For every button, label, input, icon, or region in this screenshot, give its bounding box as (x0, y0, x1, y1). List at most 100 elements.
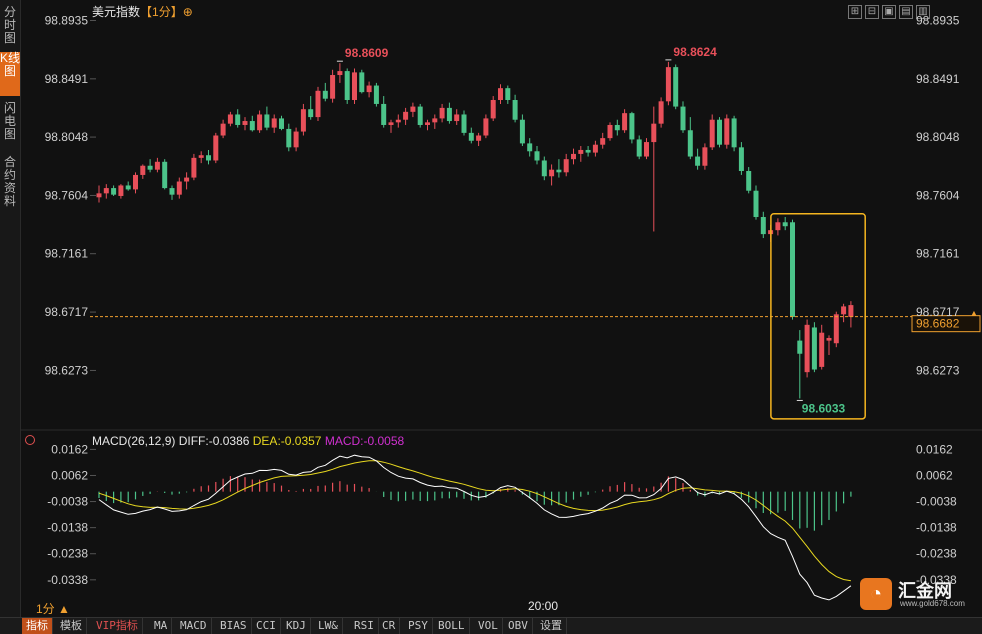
indicator-tab[interactable]: RSI (350, 618, 379, 634)
candle-body (695, 156, 701, 166)
price-tick-left: 98.7161 (45, 247, 89, 261)
indicator-tab[interactable]: CCI (252, 618, 281, 634)
indicator-tab[interactable]: CR (378, 618, 401, 634)
candle-body (359, 72, 365, 93)
price-tick-right: 98.8935 (916, 13, 960, 27)
candle-body (571, 153, 576, 160)
candle-body (206, 155, 211, 161)
candle-body (403, 111, 409, 120)
indicator-marker-icon[interactable] (25, 435, 35, 445)
candle-body (125, 185, 131, 190)
candle-body (592, 144, 598, 153)
candle-body (425, 122, 430, 125)
macd-tick-left: -0.0038 (47, 495, 88, 509)
candle-body (461, 114, 467, 133)
price-tick-left: 98.6273 (45, 363, 89, 377)
candle-body (614, 124, 620, 131)
bottom-period-selector[interactable]: 1分 ▲ (36, 600, 70, 617)
candle-body (607, 124, 613, 139)
candle-body (308, 109, 314, 118)
candles-layer: 98.6682▲98.8609 98.862498.6033 (90, 45, 981, 420)
macd-tick-left: -0.0138 (47, 521, 88, 535)
candle-body (578, 149, 584, 154)
candle-body (133, 174, 138, 190)
macd-tick-right: -0.0238 (916, 547, 957, 561)
candle-body (687, 130, 693, 157)
candle-body (746, 170, 752, 191)
candle-body (198, 155, 204, 158)
indicator-tab[interactable]: 设置 (536, 618, 567, 634)
candle-body (249, 121, 255, 131)
price-tick-left: 98.8491 (45, 72, 89, 86)
candle-body (629, 113, 635, 140)
macd-tick-left: -0.0338 (47, 573, 88, 587)
indicator-tab[interactable]: BIAS (216, 618, 252, 634)
candle-body (213, 135, 219, 161)
candle-body (446, 107, 452, 122)
kline-chart[interactable]: 98.6682▲98.8609 98.862498.6033 98.8935 98.… (0, 0, 982, 617)
gold678-logo: ◔ 汇金网 www.gold678.com (860, 576, 972, 612)
candle-body (556, 169, 562, 173)
candle-body (395, 119, 401, 123)
candle-body (585, 149, 591, 153)
indicator-tab[interactable]: PSY (404, 618, 433, 634)
candle-body (527, 143, 533, 152)
current-price-arrow-icon: ▲ (970, 309, 978, 318)
price-tick-right: 98.8048 (916, 130, 960, 144)
candle-body (264, 114, 270, 128)
macd-tick-right: 0.0162 (916, 442, 953, 456)
candle-body (300, 109, 306, 132)
candle-body (147, 165, 153, 170)
annotation-low: 98.6033 (802, 401, 846, 415)
macd-tick-right: -0.0138 (916, 521, 957, 535)
candle-body (738, 147, 744, 171)
indicator-tab[interactable]: 指标 (22, 618, 53, 634)
candle-body (468, 132, 474, 141)
candle-body (176, 181, 182, 195)
price-tick-right: 98.7604 (916, 188, 960, 202)
macd-tick-left: 0.0162 (51, 442, 88, 456)
candle-body (352, 72, 357, 101)
candle-body (651, 123, 657, 143)
indicator-tab[interactable]: OBV (504, 618, 533, 634)
candle-body (563, 159, 569, 173)
candle-body (512, 100, 518, 120)
candle-body (169, 188, 175, 195)
indicator-tab[interactable]: MACD (176, 618, 212, 634)
candle-body (111, 188, 117, 195)
candle-body (184, 177, 190, 182)
diff-line (98, 454, 852, 601)
candle-body (841, 306, 847, 315)
candle-body (600, 138, 606, 145)
indicator-tab[interactable]: LW& (314, 618, 343, 634)
candle-body (483, 118, 489, 136)
candle-body (286, 128, 292, 148)
indicator-tab-bar: 指标 模板 VIP指标 MA MACD BIAS CCI KDJ LW& RSI CR PSY BOLL… (0, 617, 982, 634)
candle-body (330, 75, 336, 99)
indicator-tab[interactable]: BOLL (434, 618, 470, 634)
candle-body (373, 85, 379, 104)
candle-body (673, 67, 679, 107)
candle-body (797, 340, 803, 354)
candle-body (191, 157, 197, 178)
candle-body (271, 118, 277, 128)
candle-body (366, 85, 372, 93)
macd-tick-left: -0.0238 (47, 547, 88, 561)
candle-body (702, 147, 708, 166)
price-tick-right: 98.8491 (916, 72, 960, 86)
indicator-tab[interactable]: VOL (474, 618, 503, 634)
annotation-high-2: 98.8624 (673, 45, 717, 59)
indicator-tab[interactable]: 模板 (56, 618, 87, 634)
candle-body (724, 118, 730, 145)
macd-tick-right: -0.0038 (916, 495, 957, 509)
indicator-tab[interactable]: MA (150, 618, 173, 634)
candle-body (227, 114, 233, 124)
macd-tick-right: 0.0062 (916, 468, 953, 482)
candle-body (680, 106, 686, 131)
candle-body (381, 103, 387, 125)
indicator-tab[interactable]: KDJ (282, 618, 311, 634)
indicator-tab[interactable]: VIP指标 (92, 618, 143, 634)
logo-url: www.gold678.com (900, 599, 965, 608)
candle-body (235, 114, 241, 125)
candle-body (505, 88, 511, 101)
